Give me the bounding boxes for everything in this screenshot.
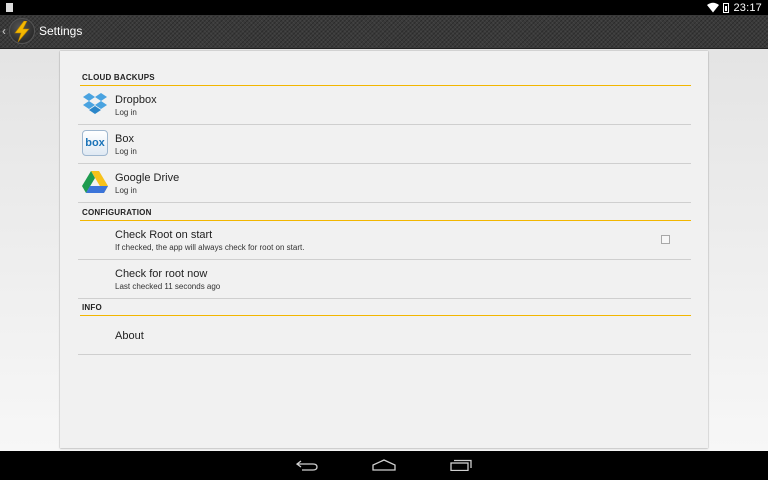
box-icon: box [82,130,108,156]
lightning-bolt-logo-icon[interactable] [9,18,35,44]
setting-row-dropbox[interactable]: Dropbox Log in [78,86,691,125]
setting-title: Check for root now [115,268,208,280]
check-root-on-start-checkbox[interactable] [661,235,670,244]
setting-title: Dropbox [115,94,157,106]
setting-row-check-root-on-start[interactable]: Check Root on start If checked, the app … [78,221,691,260]
notification-icon [6,3,13,12]
setting-row-check-for-root-now[interactable]: Check for root now Last checked 11 secon… [78,260,691,299]
google-drive-icon [82,171,108,193]
home-icon[interactable] [372,459,396,471]
status-icons: 23:17 [707,1,762,14]
settings-panel: CLOUD BACKUPS Dropbox Log in box Box Log… [60,51,708,448]
setting-subtitle: Log in [115,147,137,156]
setting-subtitle: Log in [115,108,137,117]
section-header-cloud-backups: CLOUD BACKUPS [80,73,691,86]
setting-title: Google Drive [115,172,180,184]
action-bar: ‹ Settings [0,15,768,49]
setting-title: Check Root on start [115,229,213,241]
setting-row-google-drive[interactable]: Google Drive Log in [78,164,691,203]
status-time: 23:17 [733,1,762,14]
setting-subtitle: Log in [115,186,137,195]
up-navigation-icon[interactable]: ‹ [2,24,6,38]
recents-icon[interactable] [450,459,472,471]
setting-title: Box [115,133,134,145]
navigation-bar [0,451,768,480]
battery-icon [723,2,730,13]
setting-subtitle: Last checked 11 seconds ago [115,282,221,291]
section-header-info: INFO [80,303,691,316]
dropbox-icon [83,93,107,114]
wifi-icon [707,2,720,13]
setting-title: About [115,330,144,342]
page-title: Settings [39,24,83,38]
setting-subtitle: If checked, the app will always check fo… [115,243,305,252]
status-bar: 23:17 [0,0,768,15]
setting-row-box[interactable]: box Box Log in [78,125,691,164]
back-icon[interactable] [296,459,318,471]
setting-row-about[interactable]: About [78,316,691,355]
section-header-configuration: CONFIGURATION [80,208,691,221]
